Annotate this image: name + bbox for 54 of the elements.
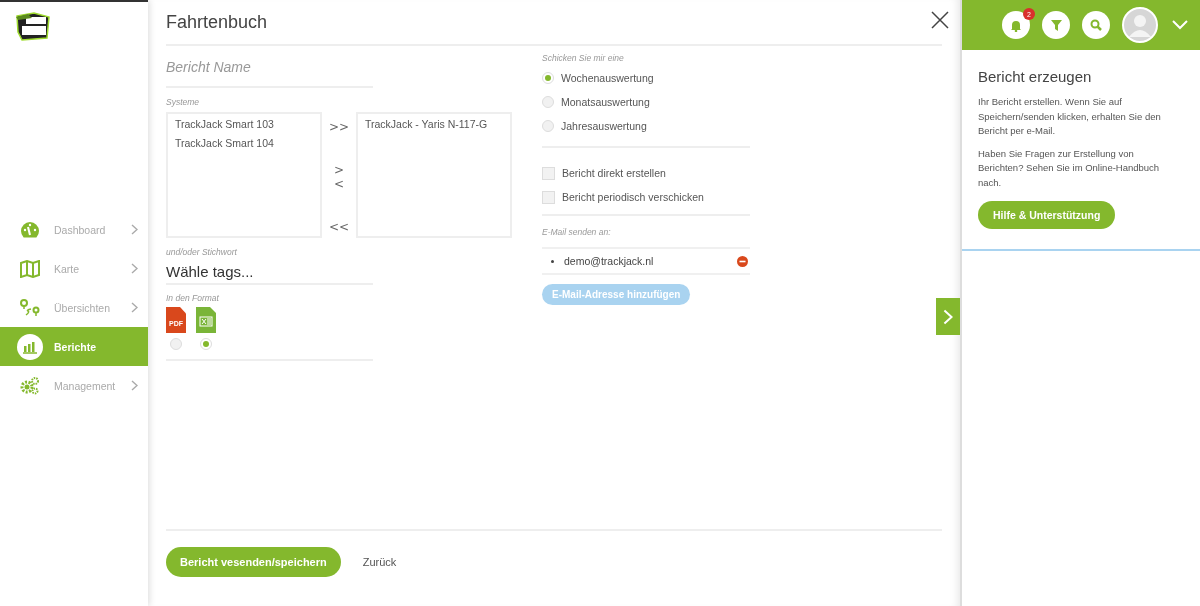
radio-label: Monatsauswertung — [561, 96, 650, 108]
search-button[interactable] — [1082, 11, 1110, 39]
chevron-right-icon — [131, 224, 138, 235]
radio-button[interactable] — [200, 338, 212, 350]
checkbox[interactable] — [542, 166, 555, 180]
list-item[interactable]: TrackJack - Yaris N-117-G — [365, 118, 503, 130]
move-all-right-button[interactable]: >> — [328, 120, 350, 134]
checkbox[interactable] — [542, 190, 555, 204]
chevron-right-icon — [131, 380, 138, 391]
checkbox-label: Bericht direkt erstellen — [562, 167, 666, 179]
move-left-button[interactable]: < — [333, 177, 345, 191]
filter-icon — [1050, 19, 1062, 31]
radio-label: Jahresauswertung — [561, 120, 647, 132]
radio-button[interactable] — [170, 338, 182, 350]
avatar-icon[interactable] — [1122, 7, 1158, 43]
chevron-right-icon — [943, 308, 953, 325]
move-right-button[interactable]: > — [333, 163, 345, 177]
spreadsheet-file-icon — [196, 307, 216, 333]
radio-label: Wochenauswertung — [561, 72, 654, 84]
radio-button[interactable] — [542, 96, 554, 108]
bar-chart-icon — [17, 333, 43, 360]
bullet-icon — [551, 259, 554, 263]
gauge-icon — [20, 220, 40, 239]
bell-icon — [1010, 18, 1022, 32]
remove-icon[interactable] — [737, 255, 748, 267]
dialog-title: Fahrtenbuch — [166, 11, 268, 33]
notifications-button[interactable] — [1002, 11, 1030, 39]
logo-drawing — [14, 12, 52, 42]
radio-button[interactable] — [542, 120, 554, 132]
list-item[interactable]: TrackJack Smart 104 — [175, 137, 313, 149]
radio-button[interactable] — [542, 72, 554, 84]
close-icon[interactable] — [930, 10, 950, 30]
route-icon — [20, 298, 40, 317]
field-label: E-Mail senden an: — [542, 227, 612, 237]
chevron-right-icon — [131, 302, 138, 313]
field-label: Schicken Sie mir eine — [542, 53, 625, 63]
gears-icon — [20, 376, 40, 395]
chevron-down-icon[interactable] — [1172, 20, 1188, 30]
help-text: Ihr Bericht erstellen. Wenn Sie auf Speichern/senden klicken, erhalten Sie den Bericht per e-Mail. — [978, 95, 1162, 138]
email-address: demo@trackjack.nl — [564, 255, 655, 267]
move-all-left-button[interactable]: << — [328, 220, 350, 234]
map-icon — [20, 259, 40, 278]
filter-button[interactable] — [1042, 11, 1070, 39]
panel-toggle-button[interactable] — [936, 298, 960, 335]
field-label: Systeme — [166, 97, 201, 107]
help-text: Haben Sie Fragen zur Erstellung von Berichten? Sehen Sie im Online-Handbuch nach. — [978, 146, 1161, 190]
back-button[interactable]: Zurück — [360, 547, 399, 577]
checkbox-label: Bericht periodisch verschicken — [562, 191, 704, 203]
field-label: In den Format — [166, 293, 220, 303]
field-label: und/oder Stichwort — [166, 247, 238, 257]
search-icon — [1090, 19, 1102, 31]
list-item[interactable]: TrackJack Smart 103 — [175, 118, 313, 130]
chevron-right-icon — [131, 263, 138, 274]
panel-title: Bericht erzeugen — [978, 68, 1093, 85]
